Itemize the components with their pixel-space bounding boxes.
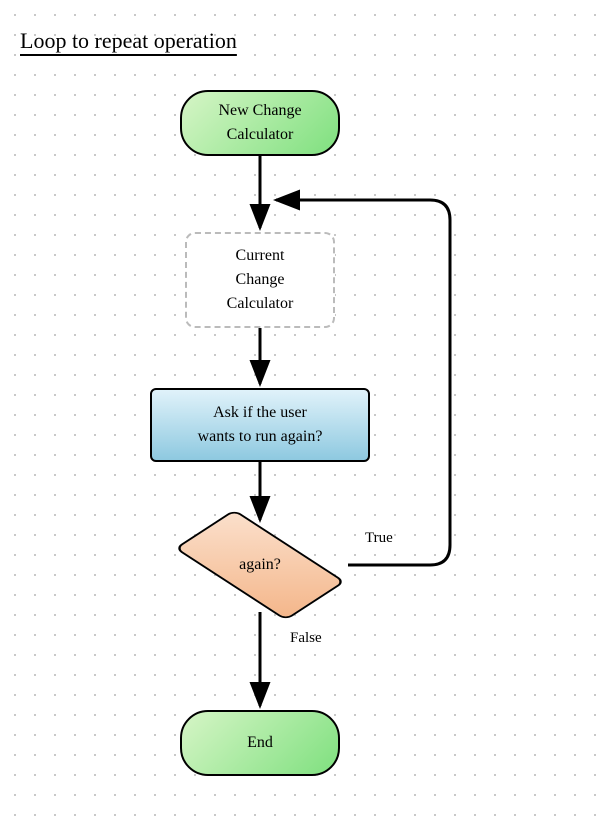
edge-label-false: False <box>290 630 322 647</box>
node-decision-label: again? <box>239 556 281 574</box>
edge-label-true: True <box>365 530 393 547</box>
node-end-label: End <box>247 731 273 755</box>
node-decision: again? <box>195 530 325 600</box>
node-end-terminal: End <box>180 710 340 776</box>
node-start-terminal: New ChangeCalculator <box>180 90 340 156</box>
diagram-title: Loop to repeat operation <box>20 28 237 54</box>
node-start-label: New ChangeCalculator <box>218 99 301 147</box>
node-subprocess-label: CurrentChangeCalculator <box>227 244 294 316</box>
node-process: Ask if the userwants to run again? <box>150 388 370 462</box>
node-process-label: Ask if the userwants to run again? <box>198 401 323 449</box>
node-subprocess: CurrentChangeCalculator <box>185 232 335 328</box>
